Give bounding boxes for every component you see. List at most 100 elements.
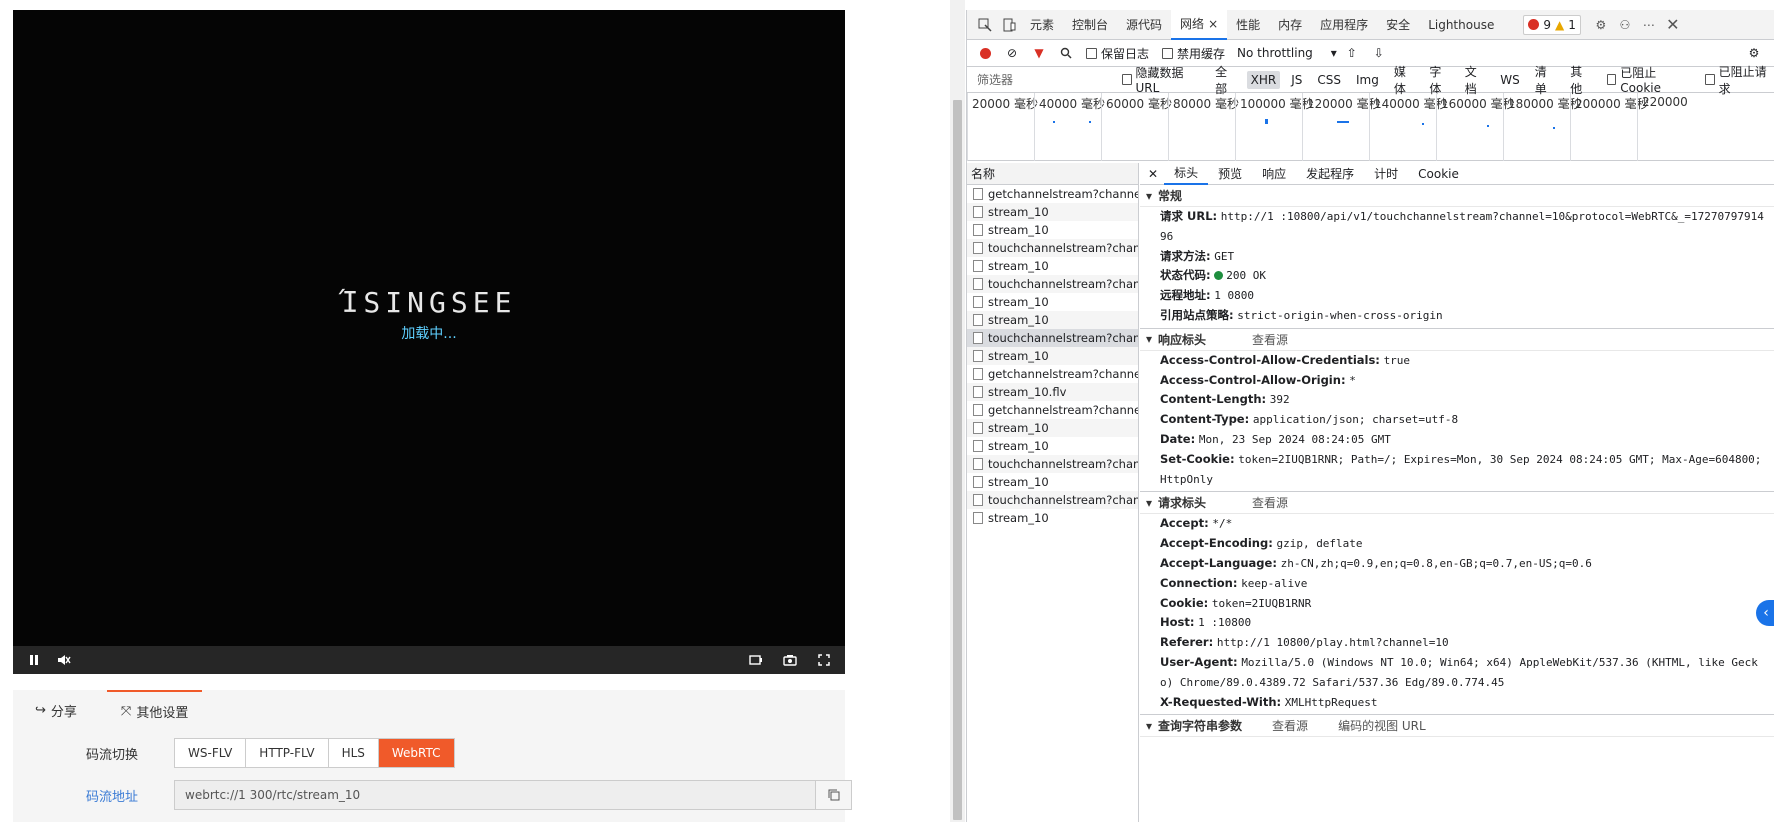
- tab-other-settings[interactable]: ⤧ 其他设置: [106, 690, 203, 730]
- mute-icon[interactable]: [53, 649, 75, 671]
- tab-preview[interactable]: 预览: [1208, 163, 1252, 185]
- close-tab-icon[interactable]: ×: [1208, 17, 1218, 31]
- blocked-cookies-checkbox[interactable]: 已阻止 Cookie: [1606, 64, 1688, 95]
- tab-elements[interactable]: 元素: [1021, 10, 1063, 40]
- file-icon: [973, 206, 983, 218]
- response-headers-header[interactable]: ▾ 响应标头 查看源: [1140, 328, 1774, 351]
- tab-performance[interactable]: 性能: [1227, 10, 1269, 40]
- request-row[interactable]: stream_10.flv: [967, 383, 1138, 401]
- filter-input[interactable]: 筛选器: [973, 70, 1110, 90]
- hide-data-urls-checkbox[interactable]: 隐藏数据 URL: [1121, 64, 1199, 95]
- filter-css[interactable]: CSS: [1313, 71, 1345, 89]
- tab-lighthouse[interactable]: Lighthouse: [1419, 10, 1503, 40]
- filter-xhr[interactable]: XHR: [1246, 70, 1281, 89]
- device-toolbar-icon[interactable]: [997, 10, 1021, 40]
- preserve-log-checkbox[interactable]: 保留日志: [1086, 45, 1149, 62]
- request-row[interactable]: touchchannelstream?channel...: [967, 491, 1138, 509]
- tab-headers[interactable]: 标头: [1164, 163, 1209, 185]
- tab-timing[interactable]: 计时: [1364, 163, 1408, 185]
- video-player[interactable]: ΊSINGSEE 加载中...: [13, 10, 845, 674]
- request-row[interactable]: stream_10: [967, 257, 1138, 275]
- page-scrollbar-thumb[interactable]: [953, 100, 962, 820]
- search-icon[interactable]: [1054, 41, 1078, 65]
- stream-option-http-flv[interactable]: HTTP-FLV: [246, 739, 329, 767]
- inspect-icon[interactable]: [973, 10, 997, 40]
- filter-js[interactable]: JS: [1287, 71, 1306, 89]
- filter-img[interactable]: Img: [1352, 71, 1383, 89]
- copy-button[interactable]: [816, 780, 852, 810]
- timeline-tick: 20000 毫秒: [967, 93, 1038, 161]
- blocked-requests-checkbox[interactable]: 已阻止请求: [1705, 63, 1769, 97]
- clear-icon[interactable]: ⊘: [1000, 41, 1024, 65]
- network-overview-timeline[interactable]: 20000 毫秒 40000 毫秒 60000 毫秒 80000 毫秒 1000…: [967, 93, 1774, 161]
- request-row[interactable]: stream_10: [967, 203, 1138, 221]
- request-row[interactable]: stream_10: [967, 419, 1138, 437]
- tab-initiator[interactable]: 发起程序: [1296, 163, 1364, 185]
- fullscreen-icon[interactable]: [813, 649, 835, 671]
- gear-icon[interactable]: ⚙: [1589, 10, 1613, 40]
- stream-address-row: 码流地址 webrtc://1 300/rtc/stream_10: [86, 780, 852, 810]
- tab-application[interactable]: 应用程序: [1311, 10, 1377, 40]
- file-icon: [973, 278, 983, 290]
- upload-icon[interactable]: ⇧: [1340, 41, 1364, 65]
- request-row[interactable]: touchchannelstream?channel...: [967, 275, 1138, 293]
- request-row[interactable]: stream_10: [967, 293, 1138, 311]
- request-row[interactable]: stream_10: [967, 347, 1138, 365]
- tab-memory[interactable]: 内存: [1269, 10, 1311, 40]
- network-settings-icon[interactable]: ⚙: [1742, 41, 1766, 65]
- camera-icon[interactable]: [779, 649, 801, 671]
- request-row[interactable]: getchannelstream?channel=1...: [967, 401, 1138, 419]
- general-section-header[interactable]: ▾ 常规: [1140, 185, 1774, 207]
- request-name: stream_10: [988, 295, 1049, 309]
- request-row[interactable]: touchchannelstream?channel...: [967, 239, 1138, 257]
- request-name: stream_10: [988, 259, 1049, 273]
- request-row[interactable]: stream_10: [967, 473, 1138, 491]
- tab-response[interactable]: 响应: [1252, 163, 1296, 185]
- tab-cookies[interactable]: Cookie: [1408, 163, 1469, 185]
- request-row[interactable]: stream_10: [967, 509, 1138, 527]
- file-icon: [973, 494, 983, 506]
- request-row[interactable]: stream_10: [967, 437, 1138, 455]
- page-scrollbar[interactable]: [950, 0, 965, 822]
- stream-option-hls[interactable]: HLS: [329, 739, 379, 767]
- tab-share[interactable]: ↪ 分享: [21, 690, 91, 730]
- view-source-link[interactable]: 查看源: [1272, 717, 1308, 734]
- request-row[interactable]: stream_10: [967, 311, 1138, 329]
- query-params-header[interactable]: ▾ 查询字符串参数 查看源 编码的视图 URL: [1140, 715, 1774, 738]
- tab-sources[interactable]: 源代码: [1117, 10, 1171, 40]
- download-icon[interactable]: ⇩: [1367, 41, 1391, 65]
- stream-option-ws-flv[interactable]: WS-FLV: [175, 739, 247, 767]
- request-row[interactable]: touchchannelstream?channel...: [967, 329, 1138, 347]
- view-source-link[interactable]: 查看源: [1252, 494, 1288, 511]
- record-icon[interactable]: [745, 649, 767, 671]
- throttling-select[interactable]: No throttling ▾: [1237, 46, 1337, 60]
- close-icon[interactable]: ✕: [1661, 10, 1685, 40]
- record-button[interactable]: [973, 41, 997, 65]
- issues-counter[interactable]: 9 ▲ 1: [1523, 14, 1581, 35]
- pause-icon[interactable]: [23, 649, 45, 671]
- request-row[interactable]: stream_10: [967, 221, 1138, 239]
- more-icon[interactable]: ⋯: [1637, 10, 1661, 40]
- view-url-encoded-link[interactable]: 编码的视图 URL: [1338, 717, 1426, 734]
- header-row: Host: 1 :10800: [1160, 615, 1252, 630]
- tab-security[interactable]: 安全: [1377, 10, 1419, 40]
- request-name: stream_10: [988, 511, 1049, 525]
- stream-address-field[interactable]: webrtc://1 300/rtc/stream_10: [174, 780, 816, 810]
- name-column-header[interactable]: 名称: [967, 163, 1138, 185]
- request-row[interactable]: getchannelstream?channel=1...: [967, 185, 1138, 203]
- stream-address-label[interactable]: 码流地址: [86, 786, 174, 805]
- stream-option-webrtc[interactable]: WebRTC: [378, 739, 454, 767]
- tab-console[interactable]: 控制台: [1063, 10, 1117, 40]
- request-headers-header[interactable]: ▾ 请求标头 查看源: [1140, 492, 1774, 515]
- request-name: stream_10: [988, 349, 1049, 363]
- filter-icon[interactable]: ▼: [1027, 41, 1051, 65]
- request-row[interactable]: getchannelstream?channel=1...: [967, 365, 1138, 383]
- close-detail-icon[interactable]: ✕: [1148, 167, 1158, 181]
- request-row[interactable]: touchchannelstream?channel...: [967, 455, 1138, 473]
- tab-network[interactable]: 网络 ×: [1171, 9, 1228, 40]
- filter-ws[interactable]: WS: [1496, 71, 1523, 89]
- header-row: 请求方法: GET: [1160, 248, 1235, 263]
- view-source-link[interactable]: 查看源: [1252, 331, 1288, 348]
- disable-cache-checkbox[interactable]: 禁用缓存: [1162, 45, 1225, 62]
- customize-icon[interactable]: ⚇: [1613, 10, 1637, 40]
